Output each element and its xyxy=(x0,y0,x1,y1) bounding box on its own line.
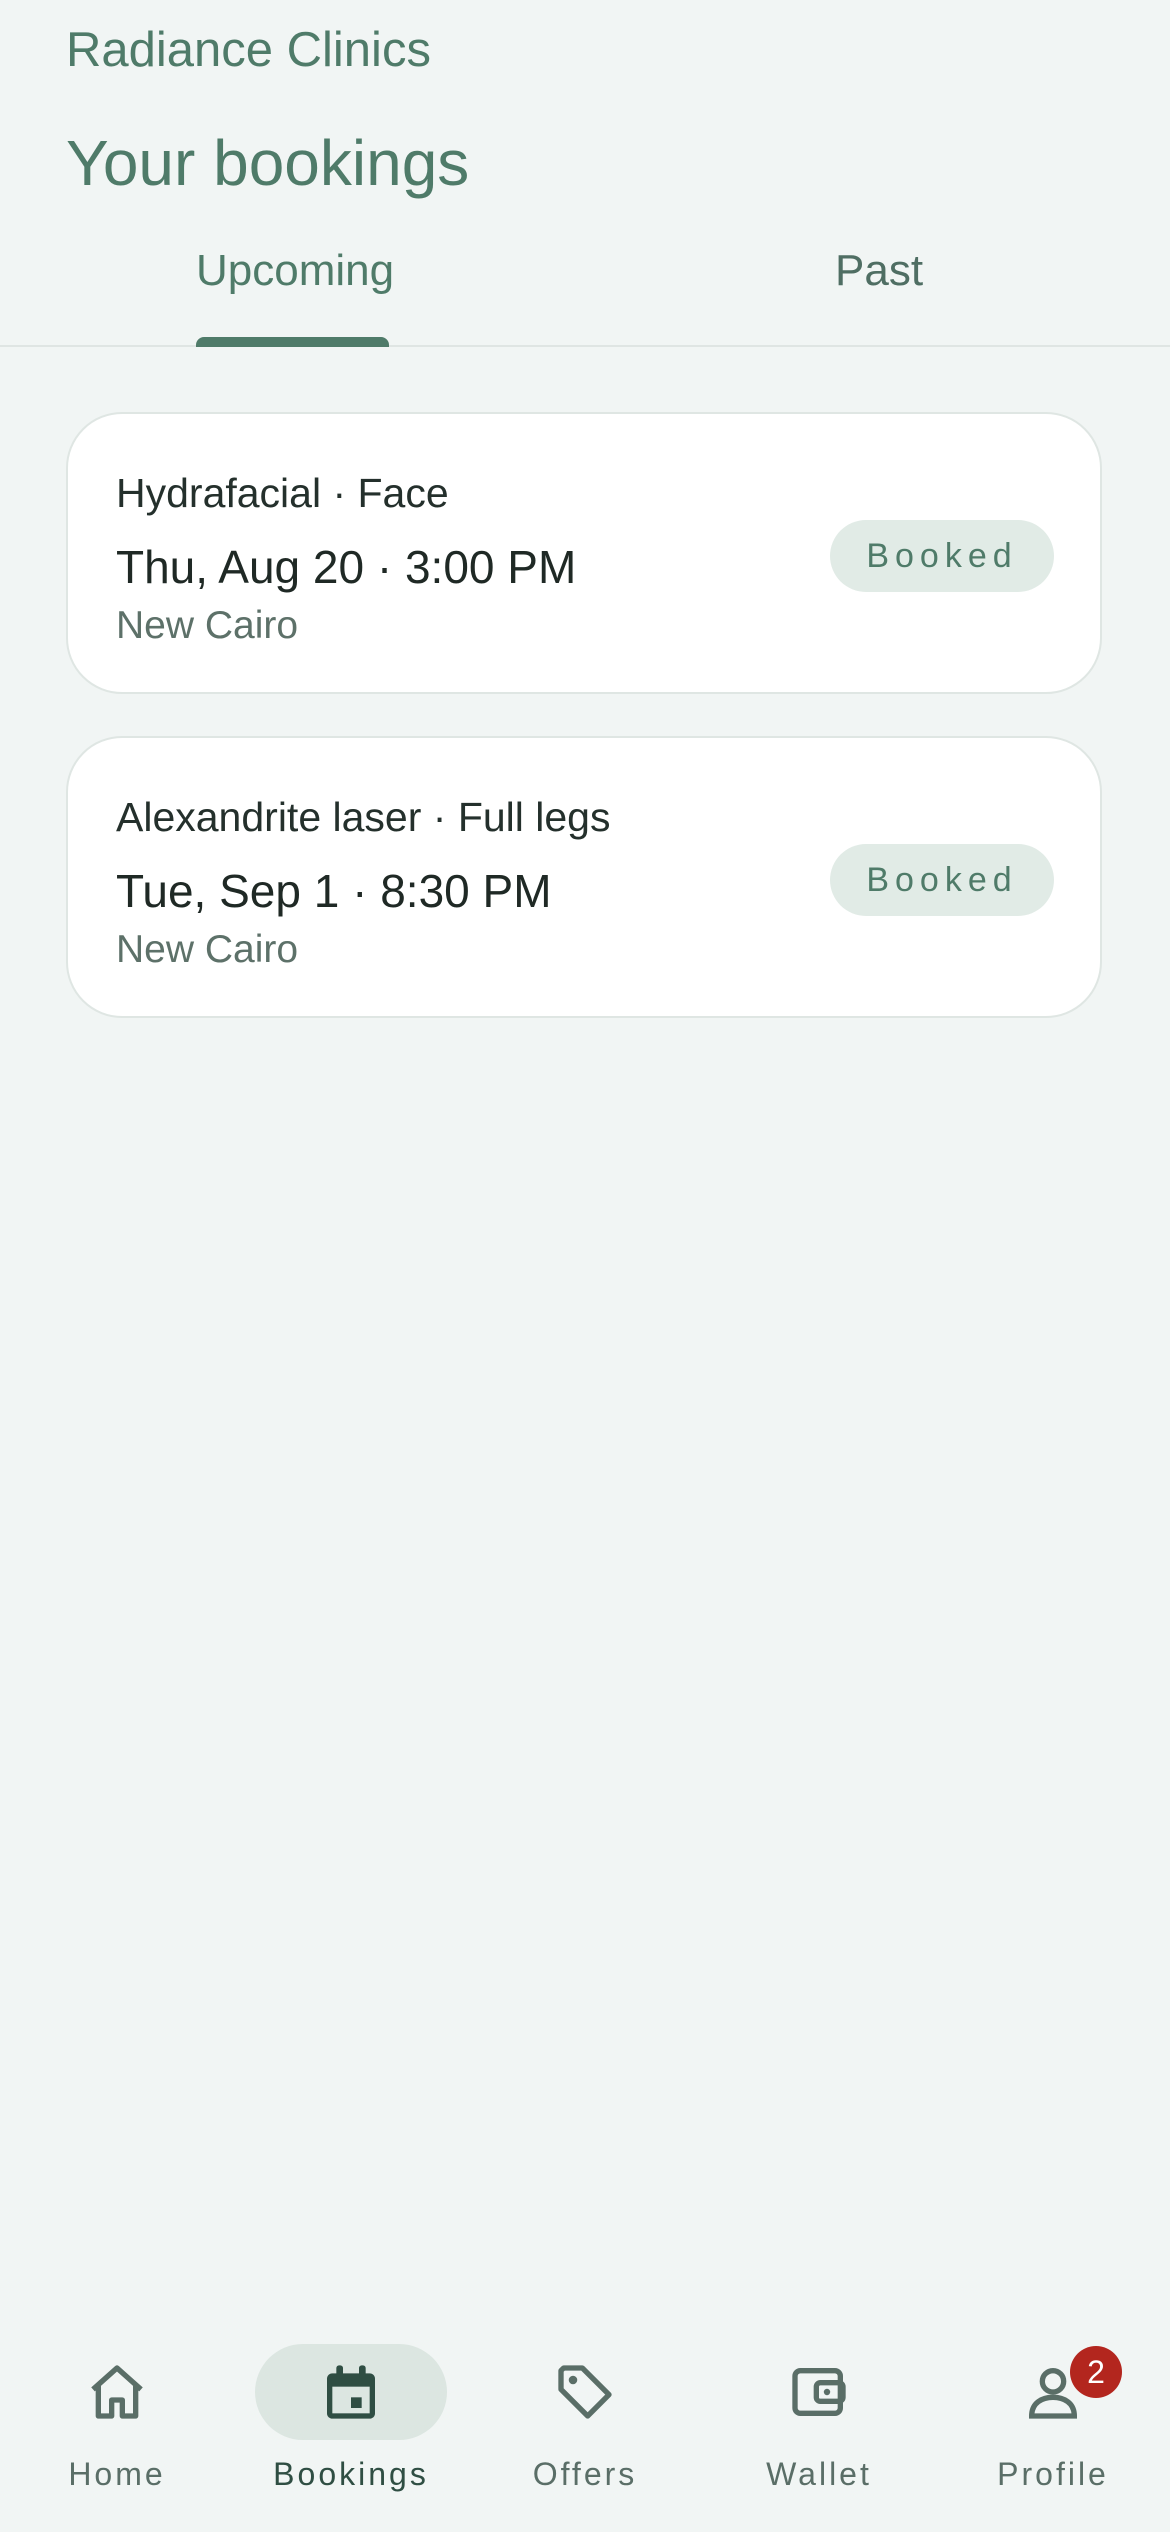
status-badge: Booked xyxy=(830,520,1054,592)
nav-label: Wallet xyxy=(766,2456,872,2492)
tag-icon xyxy=(558,2365,612,2419)
home-icon xyxy=(91,2365,143,2419)
status-badge: Booked xyxy=(830,844,1054,916)
booking-datetime: Thu, Aug 20 · 3:00 PM xyxy=(116,541,577,593)
booking-location: New Cairo xyxy=(116,604,299,647)
nav-label: Profile xyxy=(997,2456,1109,2492)
booking-datetime: Tue, Sep 1 · 8:30 PM xyxy=(116,865,552,917)
booking-card[interactable]: Hydrafacial · Face Thu, Aug 20 · 3:00 PM… xyxy=(66,412,1102,694)
nav-offers[interactable]: Offers xyxy=(468,2320,702,2532)
nav-label: Bookings xyxy=(273,2456,429,2492)
tab-upcoming[interactable]: Upcoming xyxy=(196,246,394,296)
nav-home[interactable]: Home xyxy=(0,2320,234,2532)
nav-profile[interactable]: 2 Profile xyxy=(936,2320,1170,2532)
page-title: Your bookings xyxy=(66,127,470,199)
notification-badge: 2 xyxy=(1070,2346,1122,2398)
nav-label: Offers xyxy=(532,2456,638,2492)
nav-bookings[interactable]: Bookings xyxy=(234,2320,468,2532)
app-name: Radiance Clinics xyxy=(66,23,431,77)
tab-past[interactable]: Past xyxy=(835,246,923,296)
booking-service: Hydrafacial · Face xyxy=(116,470,449,516)
nav-label: Home xyxy=(68,2456,166,2492)
booking-card[interactable]: Alexandrite laser · Full legs Tue, Sep 1… xyxy=(66,736,1102,1018)
tab-indicator xyxy=(196,337,389,347)
calendar-icon xyxy=(327,2365,375,2419)
wallet-icon xyxy=(792,2368,846,2416)
nav-wallet[interactable]: Wallet xyxy=(702,2320,936,2532)
booking-service: Alexandrite laser · Full legs xyxy=(116,794,611,840)
booking-location: New Cairo xyxy=(116,928,299,971)
bottom-navigation: Home Bookings Offers Wallet 2 Profile xyxy=(0,2320,1170,2532)
tab-bar: Upcoming Past xyxy=(0,230,1170,347)
